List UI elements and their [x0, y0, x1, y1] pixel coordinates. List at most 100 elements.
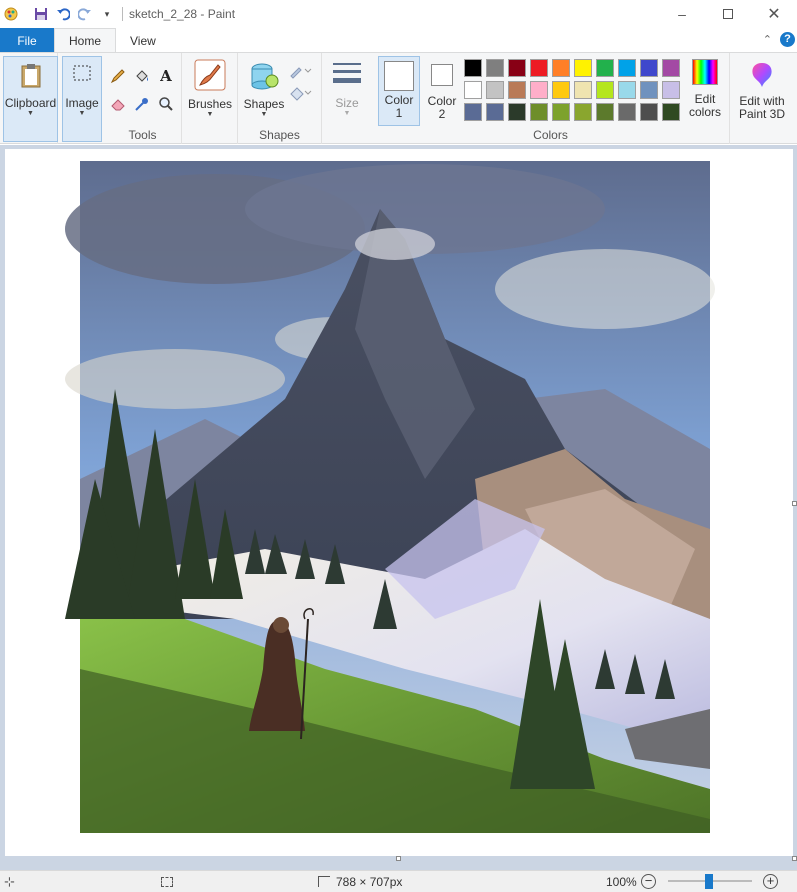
palette-swatch[interactable]: [574, 103, 592, 121]
status-bar: ⊹ 788 × 707px 100% − +: [0, 870, 797, 892]
palette-swatch[interactable]: [640, 103, 658, 121]
color-picker-icon[interactable]: [132, 94, 152, 114]
palette-swatch[interactable]: [508, 59, 526, 77]
drawing-canvas[interactable]: [5, 149, 793, 856]
palette-swatch[interactable]: [618, 103, 636, 121]
title-bar: ▾ sketch_2_28 - Paint – ✕: [0, 0, 797, 28]
palette-swatch[interactable]: [552, 59, 570, 77]
zoom-slider-thumb[interactable]: [705, 874, 713, 889]
magnifier-icon[interactable]: [156, 94, 176, 114]
color-palette: [464, 59, 684, 127]
palette-swatch[interactable]: [618, 59, 636, 77]
zoom-level: 100%: [606, 874, 637, 889]
zoom-out-icon[interactable]: −: [641, 874, 656, 889]
palette-swatch[interactable]: [640, 81, 658, 99]
clipboard-icon: [21, 64, 40, 88]
save-icon[interactable]: [30, 3, 52, 25]
shapes-button[interactable]: Shapes ▼: [242, 59, 286, 129]
ribbon-home: Clipboard ▼ Image ▼ A Tools Brushes ▼ Sh…: [0, 52, 797, 144]
palette-swatch[interactable]: [486, 81, 504, 99]
close-icon[interactable]: ✕: [751, 0, 797, 28]
zoom-in-icon[interactable]: +: [763, 874, 778, 889]
paint-app-icon[interactable]: [0, 3, 22, 25]
palette-swatch[interactable]: [596, 103, 614, 121]
tab-home[interactable]: Home: [54, 28, 117, 53]
collapse-ribbon-icon[interactable]: ⌃: [763, 33, 772, 46]
edit-with-paint3d-button[interactable]: Edit with Paint 3D: [732, 61, 792, 131]
palette-swatch[interactable]: [552, 103, 570, 121]
size-button[interactable]: Size ▼: [326, 59, 368, 129]
color1-swatch: [384, 61, 414, 91]
palette-swatch[interactable]: [486, 103, 504, 121]
edit-colors-button[interactable]: Edit colors: [682, 59, 728, 129]
pencil-icon[interactable]: [108, 66, 128, 86]
clipboard-label: Clipboard: [4, 96, 57, 110]
tab-view[interactable]: View: [116, 28, 170, 53]
clipboard-dropdown-icon: ▼: [27, 110, 34, 117]
fill-icon[interactable]: [132, 66, 152, 86]
brushes-dropdown-icon: ▼: [206, 111, 214, 118]
size-group: Size ▼: [322, 53, 372, 144]
palette-swatch[interactable]: [662, 103, 680, 121]
clipboard-button[interactable]: Clipboard ▼: [3, 56, 58, 142]
tab-file[interactable]: File: [0, 28, 54, 53]
palette-swatch[interactable]: [508, 81, 526, 99]
redo-icon[interactable]: [74, 3, 96, 25]
palette-swatch[interactable]: [552, 81, 570, 99]
edit-colors-icon: [692, 59, 718, 85]
palette-swatch[interactable]: [530, 81, 548, 99]
palette-swatch[interactable]: [464, 59, 482, 77]
palette-swatch[interactable]: [574, 59, 592, 77]
color2-button[interactable]: Color 2: [422, 56, 462, 126]
image-size-icon: [318, 876, 330, 887]
cursor-position-icon: ⊹: [4, 873, 15, 889]
paint3d-label-1: Edit with: [739, 94, 785, 108]
minimize-icon[interactable]: –: [659, 0, 705, 28]
color1-label: Color: [384, 93, 414, 107]
maximize-icon[interactable]: [705, 0, 751, 28]
shapes-label: Shapes: [243, 97, 285, 111]
color2-swatch: [431, 64, 453, 86]
edit-colors-label-1: Edit: [694, 92, 716, 106]
paint3d-icon: [752, 63, 772, 87]
resize-handle-right[interactable]: [792, 501, 797, 506]
palette-swatch[interactable]: [574, 81, 592, 99]
tools-group: A Tools: [104, 53, 182, 144]
shapes-icon: [251, 63, 279, 90]
palette-swatch[interactable]: [662, 59, 680, 77]
color1-button[interactable]: Color 1: [378, 56, 420, 126]
palette-swatch[interactable]: [640, 59, 658, 77]
palette-swatch[interactable]: [596, 81, 614, 99]
palette-swatch[interactable]: [508, 103, 526, 121]
help-icon[interactable]: ?: [780, 32, 795, 47]
palette-swatch[interactable]: [486, 59, 504, 77]
brushes-button[interactable]: Brushes ▼: [186, 59, 234, 139]
text-icon[interactable]: A: [156, 66, 176, 86]
palette-swatch[interactable]: [596, 59, 614, 77]
image-label: Image: [65, 96, 99, 110]
palette-swatch[interactable]: [530, 59, 548, 77]
selection-size-icon: [161, 876, 173, 887]
image-button[interactable]: Image ▼: [62, 56, 102, 142]
line-size-icon: [333, 63, 361, 83]
resize-handle-bottom[interactable]: [396, 856, 401, 861]
color2-number: 2: [438, 107, 446, 121]
customize-dropdown-icon[interactable]: ▾: [96, 3, 118, 25]
eraser-icon[interactable]: [108, 94, 128, 114]
image-size-text: 788 × 707px: [336, 874, 403, 889]
clipboard-group: Clipboard ▼: [0, 53, 58, 144]
palette-swatch[interactable]: [530, 103, 548, 121]
ribbon-tabs: File Home View ⌃ ?: [0, 28, 797, 53]
palette-swatch[interactable]: [464, 103, 482, 121]
tools-group-label: Tools: [128, 128, 157, 142]
undo-icon[interactable]: [52, 3, 74, 25]
palette-swatch[interactable]: [662, 81, 680, 99]
brushes-group: Brushes ▼: [182, 53, 238, 144]
shape-fill-icon[interactable]: [288, 83, 314, 103]
resize-handle-corner[interactable]: [792, 856, 797, 861]
paint3d-label-2: Paint 3D: [738, 107, 786, 121]
palette-swatch[interactable]: [464, 81, 482, 99]
outline-icon[interactable]: [288, 61, 314, 81]
edit-colors-label-2: colors: [688, 105, 721, 119]
palette-swatch[interactable]: [618, 81, 636, 99]
